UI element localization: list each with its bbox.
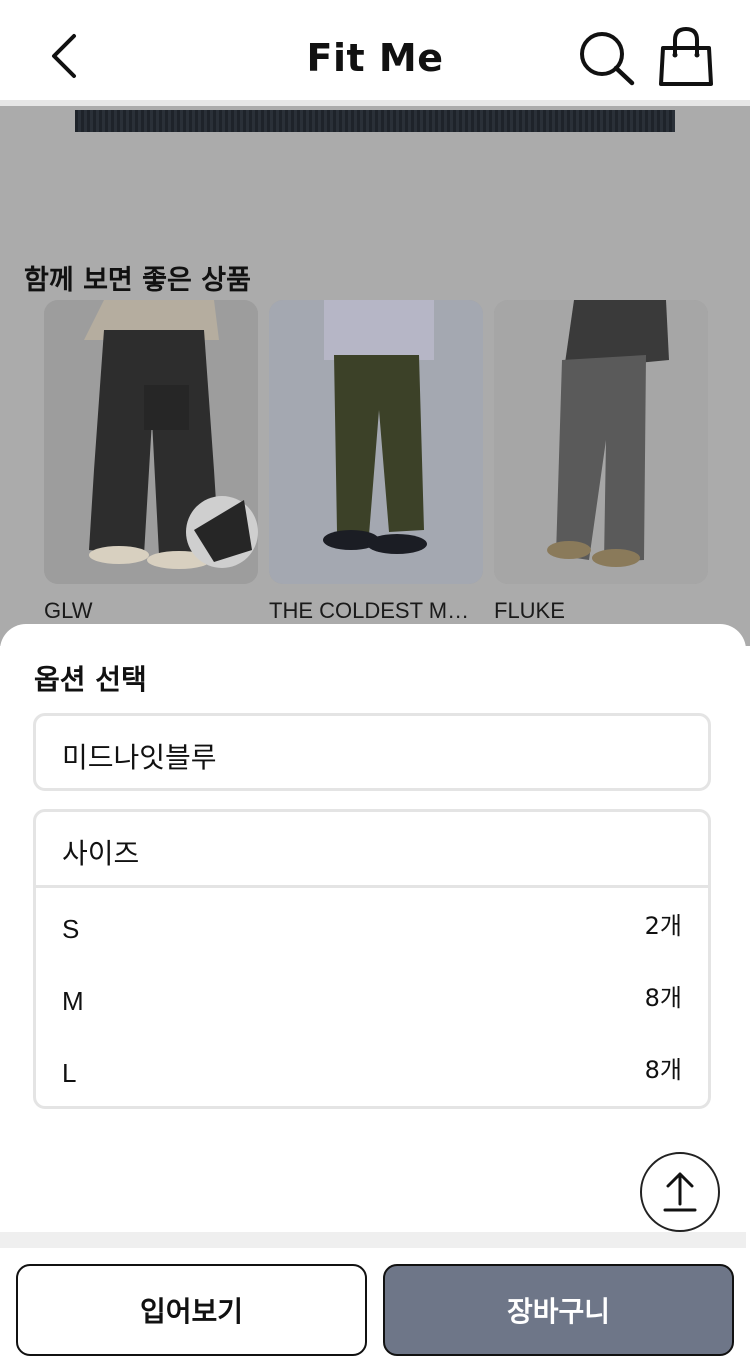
try-on-button[interactable]: 입어보기 xyxy=(16,1264,367,1356)
add-to-cart-button[interactable]: 장바구니 xyxy=(383,1264,734,1356)
arrow-up-icon xyxy=(663,1172,697,1212)
option-sheet-title: 옵션 선택 xyxy=(34,663,147,696)
scroll-to-top-button[interactable] xyxy=(640,1152,720,1232)
product-image xyxy=(269,300,483,584)
recommended-product-card[interactable]: GLW xyxy=(44,300,258,624)
shopping-bag-icon xyxy=(659,26,713,86)
recommended-product-card[interactable]: FLUKE xyxy=(494,300,708,624)
size-dropdown-header[interactable]: 사이즈 xyxy=(36,812,708,888)
size-stock: 8개 xyxy=(644,984,682,1012)
bottom-action-bar: 입어보기 장바구니 xyxy=(0,1232,750,1372)
product-image xyxy=(494,300,708,584)
size-stock: 8개 xyxy=(644,1056,682,1084)
search-icon xyxy=(580,32,635,86)
product-image-strip xyxy=(75,110,675,132)
cart-button[interactable] xyxy=(656,26,716,88)
size-stock: 2개 xyxy=(644,912,682,940)
option-bottom-sheet: 옵션 선택 미드나잇블루 사이즈 S 2개 M 8개 L 8개 xyxy=(0,624,746,1232)
size-option-m[interactable]: M 8개 xyxy=(36,960,708,1032)
color-option-value: 미드나잇블루 xyxy=(62,741,217,774)
product-name: FLUKE xyxy=(494,598,565,623)
size-option-dropdown: 사이즈 S 2개 M 8개 L 8개 xyxy=(33,809,711,1109)
page-background-dimmed: 함께 보면 좋은 상품 GLW THE COLDEST MOM FLUKE xyxy=(0,106,750,646)
recommendation-title: 함께 보면 좋은 상품 xyxy=(24,265,251,296)
size-label: M xyxy=(62,986,84,1016)
divider xyxy=(0,1232,746,1248)
top-app-bar: Fit Me xyxy=(0,0,750,106)
app-title: Fit Me xyxy=(306,36,444,80)
product-image xyxy=(44,300,258,584)
size-label: S xyxy=(62,914,80,944)
size-dropdown-label: 사이즈 xyxy=(62,837,140,870)
recommended-product-card[interactable]: THE COLDEST MOMENT xyxy=(269,300,483,624)
product-name: THE COLDEST MOMENT xyxy=(269,598,483,623)
search-button[interactable] xyxy=(576,28,636,88)
product-name: GLW xyxy=(44,598,93,623)
color-option-select[interactable]: 미드나잇블루 xyxy=(33,713,711,791)
size-option-s[interactable]: S 2개 xyxy=(36,888,708,960)
size-label: L xyxy=(62,1058,77,1088)
size-option-l[interactable]: L 8개 xyxy=(36,1032,708,1104)
